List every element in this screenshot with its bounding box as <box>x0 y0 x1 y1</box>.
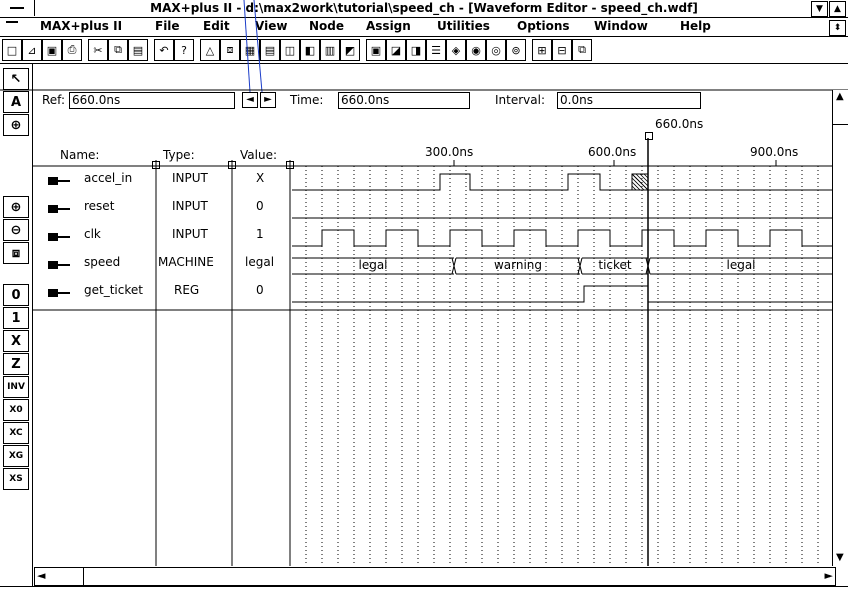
speed-transition <box>451 257 457 275</box>
speed-state-label: ticket <box>598 258 632 272</box>
horizontal-scrollbar[interactable]: ◄ ► <box>34 567 836 586</box>
vertical-scrollbar[interactable]: ▲ ▼ <box>832 90 848 566</box>
scroll-right-icon[interactable]: ► <box>825 569 833 582</box>
speed-state-label: legal <box>726 258 755 272</box>
status-divider <box>0 586 848 587</box>
scroll-down-icon[interactable]: ▼ <box>836 552 844 563</box>
speed-state-label: legal <box>358 258 387 272</box>
waveform-area[interactable]: legal warning ticket legal <box>0 0 848 609</box>
accel-in-waveform <box>292 173 632 191</box>
speed-state-label: warning <box>494 258 542 272</box>
speed-transition <box>577 257 583 275</box>
scroll-up-icon[interactable]: ▲ <box>836 91 844 102</box>
scroll-left-icon[interactable]: ◄ <box>37 569 45 582</box>
